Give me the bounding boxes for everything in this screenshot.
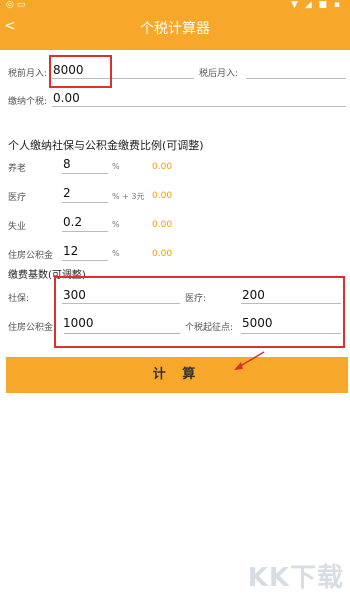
base-highlight bbox=[54, 276, 345, 348]
housing-base-label: 住房公积金: bbox=[8, 323, 57, 333]
housing-base-input[interactable]: 1000 bbox=[63, 316, 94, 330]
ratio-underline-pension bbox=[62, 173, 108, 174]
ratio-input-unemployment[interactable]: 0.2 bbox=[63, 215, 82, 229]
status-left-icons: ◎ ▭ bbox=[6, 0, 26, 10]
threshold-input[interactable]: 5000 bbox=[242, 316, 273, 330]
ratio-underline-unemployment bbox=[62, 231, 108, 232]
post-tax-input[interactable] bbox=[246, 78, 346, 79]
pre-tax-label: 税前月入: bbox=[8, 69, 48, 79]
status-bar: ◎ ▭ ▼ ◢ ■ ▪ bbox=[0, 0, 350, 12]
ratio-amount-unemployment: 0.00 bbox=[152, 220, 173, 230]
ratio-underline-medical bbox=[62, 202, 108, 203]
medical-base-input[interactable]: 200 bbox=[242, 288, 265, 302]
tax-underline bbox=[52, 106, 346, 107]
ratio-label-pension: 养老 bbox=[8, 164, 27, 174]
ratio-input-pension[interactable]: 8 bbox=[63, 157, 71, 171]
ratio-label-medical: 医疗 bbox=[8, 193, 27, 203]
social-label: 社保: bbox=[8, 294, 30, 304]
annotation-arrow-icon bbox=[234, 351, 265, 370]
calculate-button[interactable]: 计 算 bbox=[6, 357, 348, 393]
status-right-icons: ▼ ◢ ■ ▪ bbox=[290, 0, 342, 10]
ratio-unit-pension: % bbox=[112, 162, 120, 171]
ratio-unit-unemployment: % bbox=[112, 220, 120, 229]
ratio-unit-housing: % bbox=[112, 249, 120, 258]
social-underline bbox=[62, 303, 180, 304]
social-input[interactable]: 300 bbox=[63, 288, 86, 302]
pre-tax-highlight bbox=[49, 55, 112, 88]
ratio-label-housing: 住房公积金 bbox=[8, 251, 54, 261]
ratio-input-medical[interactable]: 2 bbox=[63, 186, 71, 200]
ratio-underline-housing bbox=[62, 260, 108, 261]
threshold-label: 个税起征点: bbox=[185, 323, 234, 333]
tax-label: 缴纳个税: bbox=[8, 97, 48, 107]
watermark-logo: KK下载 bbox=[247, 563, 344, 593]
housing-base-underline bbox=[64, 333, 180, 334]
ratio-amount-housing: 0.00 bbox=[152, 249, 173, 259]
medical-base-label: 医疗: bbox=[185, 294, 207, 304]
ratio-label-unemployment: 失业 bbox=[8, 222, 27, 232]
ratio-amount-medical: 0.00 bbox=[152, 191, 173, 201]
post-tax-label: 税后月入: bbox=[199, 69, 239, 79]
ratio-section-title: 个人缴纳社保与公积金缴费比例(可调整) bbox=[8, 139, 204, 152]
app-header: ◎ ▭ ▼ ◢ ■ ▪ < 个税计算器 bbox=[0, 0, 350, 50]
ratio-amount-pension: 0.00 bbox=[152, 162, 173, 172]
medical-base-underline bbox=[241, 303, 341, 304]
ratio-input-housing[interactable]: 12 bbox=[63, 244, 78, 258]
ratio-unit-medical: % + 3元 bbox=[112, 192, 145, 201]
threshold-underline bbox=[241, 333, 341, 334]
tax-value: 0.00 bbox=[53, 91, 80, 105]
page-title: 个税计算器 bbox=[140, 21, 210, 37]
